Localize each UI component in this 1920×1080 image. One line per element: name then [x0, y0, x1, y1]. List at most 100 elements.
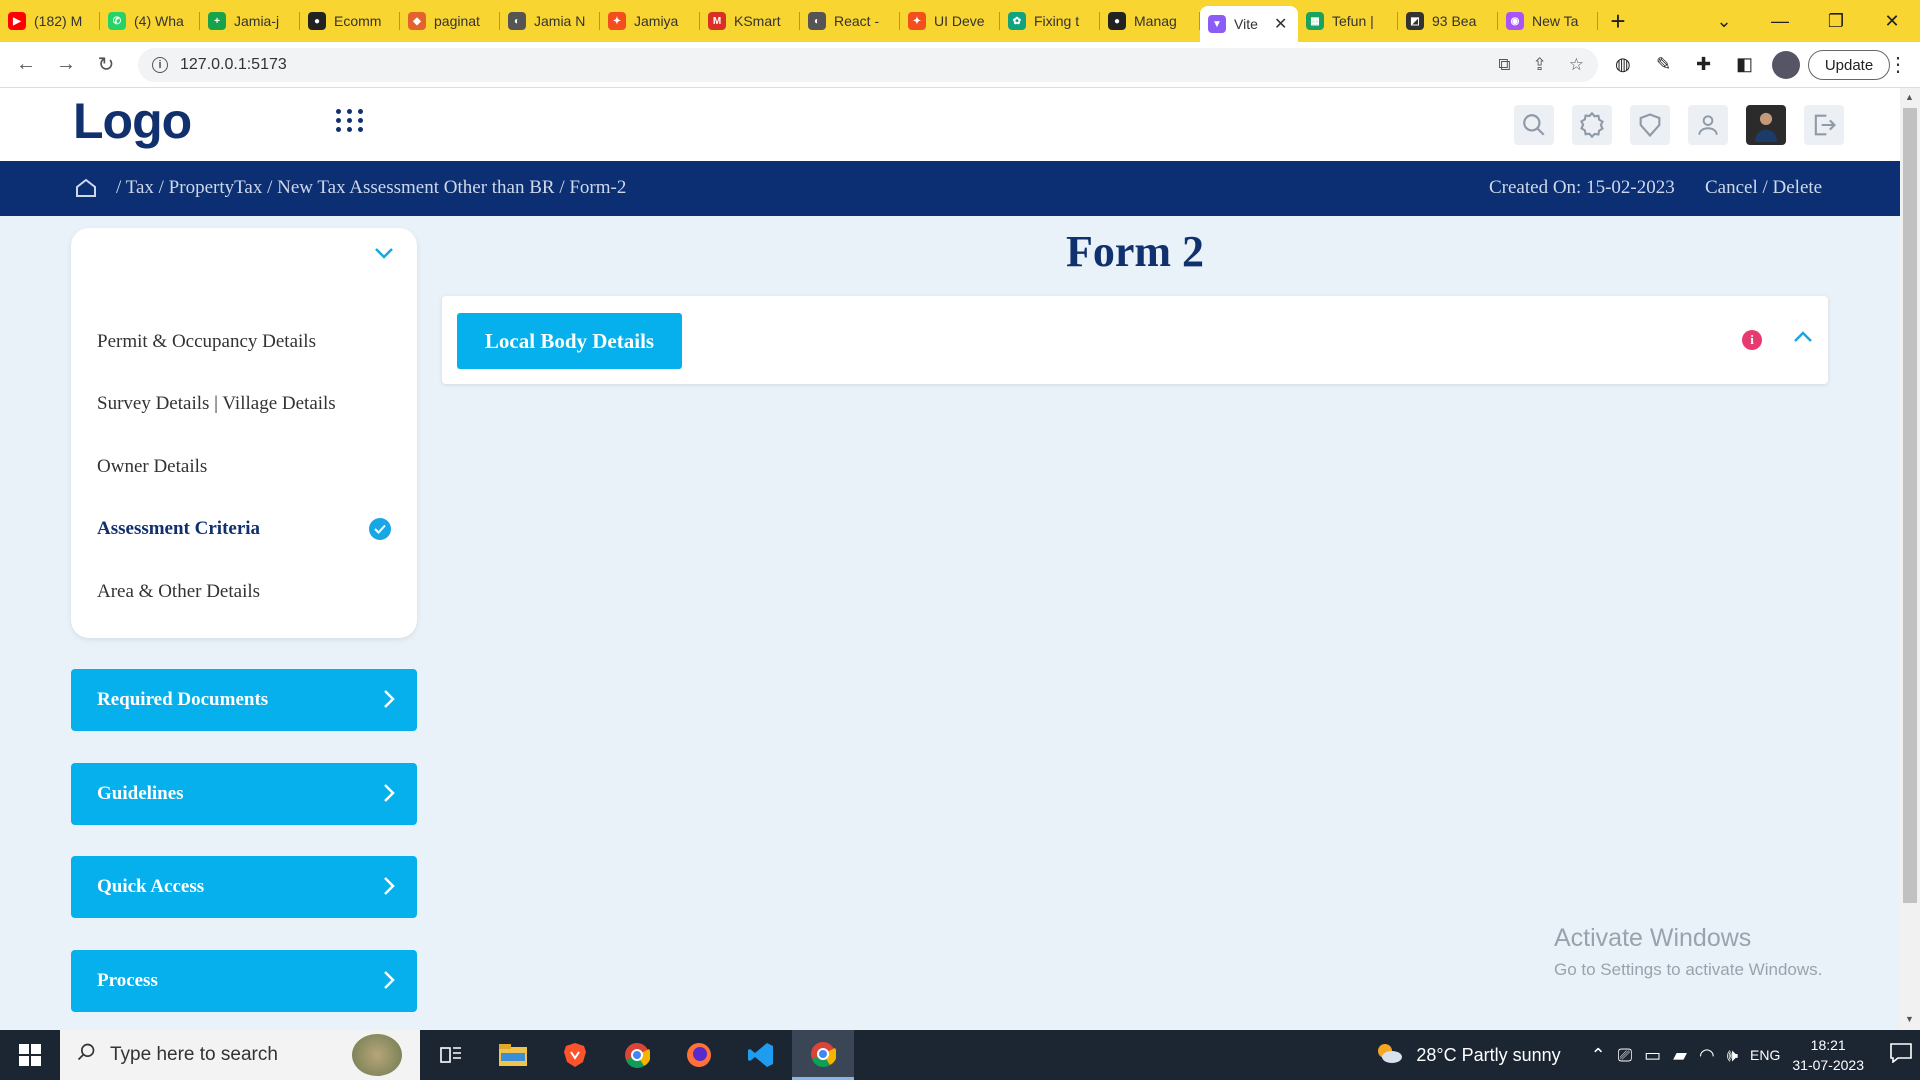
- bookmark-star-icon[interactable]: ☆: [1569, 55, 1584, 75]
- profile-avatar[interactable]: [1772, 51, 1800, 79]
- tab-label: 93 Bea: [1432, 13, 1477, 29]
- vscode-icon[interactable]: [730, 1030, 792, 1080]
- scroll-down-arrow-icon[interactable]: ▼: [1905, 1014, 1914, 1024]
- browser-tab[interactable]: ◐ Jamia N: [500, 0, 600, 42]
- process-label: Process: [97, 970, 158, 991]
- file-explorer-icon[interactable]: [482, 1030, 544, 1080]
- browser-tab[interactable]: M KSmart: [700, 0, 800, 42]
- cancel-delete-links[interactable]: Cancel / Delete: [1705, 177, 1822, 199]
- meet-icon[interactable]: ⎚: [1618, 1045, 1632, 1066]
- system-tray: 28°C Partly sunny ⌃ ⎚ ▭ ▰ ◠ 🕪 ENG 18:21 …: [1374, 1030, 1920, 1080]
- vertical-scrollbar[interactable]: ▲ ▼: [1900, 88, 1920, 1030]
- chrome-active-window-icon[interactable]: [792, 1030, 854, 1080]
- browser-tab[interactable]: ● Ecomm: [300, 0, 400, 42]
- task-view-icon[interactable]: [420, 1030, 482, 1080]
- site-info-icon[interactable]: i: [152, 57, 168, 73]
- side-panel-icon[interactable]: ◧: [1736, 54, 1753, 75]
- clock[interactable]: 18:21 31-07-2023: [1792, 1035, 1864, 1075]
- update-button[interactable]: Update: [1808, 50, 1890, 80]
- created-on-date: Created On: 15-02-2023: [1489, 177, 1675, 198]
- close-window-button[interactable]: ✕: [1864, 11, 1920, 32]
- browser-tab[interactable]: ▼ Vite ✕: [1200, 6, 1298, 42]
- browser-menu-icon[interactable]: ⋮: [1888, 52, 1908, 77]
- browser-tab[interactable]: ✦ Jamiya: [600, 0, 700, 42]
- breadcrumb[interactable]: / Tax / PropertyTax / New Tax Assessment…: [116, 177, 626, 199]
- process-button[interactable]: Process: [71, 950, 417, 1012]
- browser-tab[interactable]: ◐ React -: [800, 0, 900, 42]
- taskbar-search-input[interactable]: Type here to search: [60, 1030, 420, 1080]
- chevron-up-icon[interactable]: [1792, 330, 1814, 349]
- new-tab-button[interactable]: +: [1598, 0, 1638, 42]
- url-input[interactable]: i 127.0.0.1:5173 ⧉ ⇪ ☆: [138, 48, 1598, 82]
- back-button[interactable]: ←: [6, 53, 46, 76]
- required-documents-button[interactable]: Required Documents: [71, 669, 417, 731]
- pen-extension-icon[interactable]: ✎: [1656, 54, 1671, 75]
- share-icon[interactable]: ⇪: [1533, 55, 1547, 75]
- firefox-icon[interactable]: [668, 1030, 730, 1080]
- windows-start-icon[interactable]: [0, 1030, 60, 1080]
- forward-button[interactable]: →: [46, 53, 86, 76]
- browser-tab[interactable]: ✿ Fixing t: [1000, 0, 1100, 42]
- browser-tab[interactable]: ✦ UI Deve: [900, 0, 1000, 42]
- taskbar-search-placeholder: Type here to search: [110, 1044, 278, 1065]
- restore-button[interactable]: ❐: [1808, 11, 1864, 32]
- quick-access-button[interactable]: Quick Access: [71, 856, 417, 918]
- guidelines-button[interactable]: Guidelines: [71, 763, 417, 825]
- weather-icon[interactable]: [1374, 1040, 1404, 1071]
- search-icon[interactable]: [1514, 105, 1554, 145]
- local-body-details-button[interactable]: Local Body Details: [457, 313, 682, 369]
- apps-grid-icon[interactable]: [336, 109, 364, 132]
- user-avatar[interactable]: [1746, 105, 1786, 145]
- sidebar-item-survey[interactable]: Survey Details | Village Details: [97, 393, 336, 415]
- open-in-app-icon[interactable]: ⧉: [1498, 55, 1510, 75]
- tab-favicon-icon: ◐: [508, 12, 526, 30]
- notifications-icon[interactable]: [1890, 1042, 1912, 1068]
- settings-icon[interactable]: [1572, 105, 1612, 145]
- windows-taskbar: Type here to search 28°C Partly sunny ⌃ …: [0, 1030, 1920, 1080]
- extension-icon[interactable]: ◍: [1615, 54, 1631, 75]
- tab-favicon-icon: ◉: [1506, 12, 1524, 30]
- weather-text[interactable]: 28°C Partly sunny: [1416, 1045, 1560, 1066]
- language-indicator[interactable]: ENG: [1750, 1047, 1780, 1063]
- logo[interactable]: Logo: [73, 92, 192, 150]
- tab-favicon-icon: ✿: [1008, 12, 1026, 30]
- logout-icon[interactable]: [1804, 105, 1844, 145]
- browser-tab[interactable]: ✆ (4) Wha: [100, 0, 200, 42]
- browser-tab[interactable]: ◆ paginat: [400, 0, 500, 42]
- tag-icon[interactable]: [1630, 105, 1670, 145]
- chevron-right-icon: [383, 876, 395, 902]
- home-icon[interactable]: [74, 176, 98, 206]
- scrollbar-thumb[interactable]: [1903, 108, 1917, 903]
- tab-label: Jamiya: [634, 13, 679, 29]
- chevron-right-icon: [383, 783, 395, 809]
- browser-tab[interactable]: ◩ 93 Bea: [1398, 0, 1498, 42]
- minimize-button[interactable]: —: [1752, 11, 1808, 32]
- display-icon[interactable]: ▭: [1644, 1045, 1661, 1066]
- sidebar-item-permit[interactable]: Permit & Occupancy Details: [97, 331, 316, 353]
- tab-label: paginat: [434, 13, 480, 29]
- scroll-up-arrow-icon[interactable]: ▲: [1905, 92, 1914, 102]
- chrome-icon[interactable]: [606, 1030, 668, 1080]
- tab-favicon-icon: ●: [1108, 12, 1126, 30]
- chevron-up-tray-icon[interactable]: ⌃: [1591, 1045, 1606, 1066]
- browser-tab[interactable]: ● Manag: [1100, 0, 1200, 42]
- volume-icon[interactable]: 🕪: [1727, 1045, 1738, 1066]
- tab-search-icon[interactable]: ⌄: [1696, 11, 1752, 32]
- sidebar-item-owner[interactable]: Owner Details: [97, 456, 207, 478]
- battery-icon[interactable]: ▰: [1673, 1045, 1687, 1066]
- sidebar-item-area[interactable]: Area & Other Details: [97, 581, 260, 603]
- close-tab-icon[interactable]: ✕: [1274, 14, 1287, 34]
- wifi-icon[interactable]: ◠: [1699, 1045, 1715, 1066]
- browser-tab[interactable]: ▶ (182) M: [0, 0, 100, 42]
- browser-tab[interactable]: ◉ New Ta: [1498, 0, 1598, 42]
- info-icon[interactable]: i: [1742, 330, 1762, 350]
- chevron-down-icon[interactable]: [373, 246, 395, 265]
- user-icon[interactable]: [1688, 105, 1728, 145]
- browser-tab[interactable]: + Jamia-j: [200, 0, 300, 42]
- browser-tab[interactable]: ▦ Tefun |: [1298, 0, 1398, 42]
- puzzle-extensions-icon[interactable]: ✚: [1696, 54, 1711, 75]
- reload-button[interactable]: ↻: [86, 52, 126, 77]
- tab-label: KSmart: [734, 13, 781, 29]
- sidebar-item-assessment[interactable]: Assessment Criteria: [97, 518, 260, 540]
- brave-browser-icon[interactable]: [544, 1030, 606, 1080]
